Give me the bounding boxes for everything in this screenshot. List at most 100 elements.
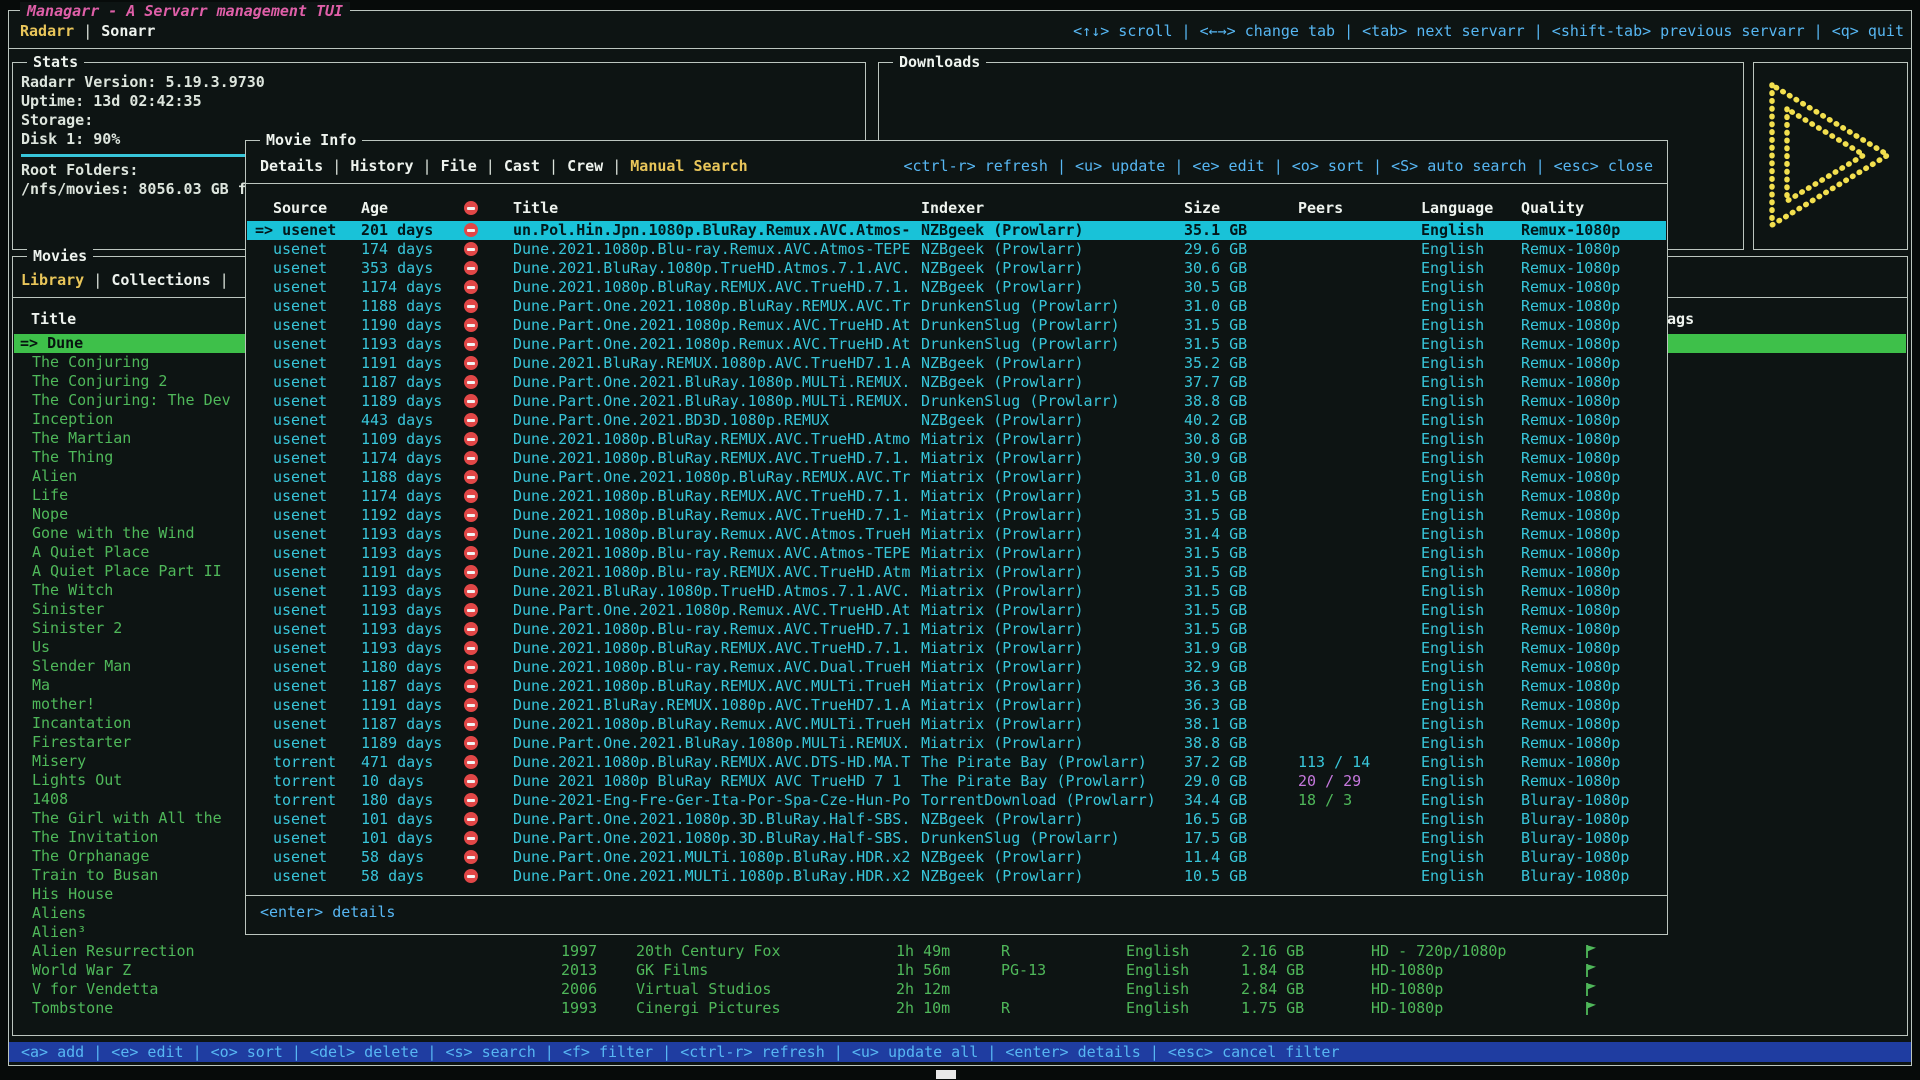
- search-result-row[interactable]: torrent180 daysDune-2021-Eng-Fre-Ger-Ita…: [247, 791, 1666, 810]
- search-result-row[interactable]: usenet1187 daysDune.2021.1080p.BluRay.RE…: [247, 677, 1666, 696]
- search-result-row[interactable]: usenet1189 daysDune.Part.One.2021.BluRay…: [247, 734, 1666, 753]
- search-result-row[interactable]: torrent471 daysDune.2021.1080p.BluRay.RE…: [247, 753, 1666, 772]
- search-result-row[interactable]: usenet1191 daysDune.2021.1080p.Blu-ray.R…: [247, 563, 1666, 582]
- result-age: 1192 days: [361, 506, 464, 525]
- search-result-row[interactable]: usenet1109 daysDune.2021.1080p.BluRay.RE…: [247, 430, 1666, 449]
- column-header-indexer: Indexer: [921, 199, 1184, 218]
- result-rejected: [464, 715, 513, 734]
- search-result-row[interactable]: usenet1188 daysDune.Part.One.2021.1080p.…: [247, 468, 1666, 487]
- no-entry-icon: [464, 470, 478, 484]
- stat-field-label: Root Folders:: [21, 161, 138, 179]
- result-quality: Remux-1080p: [1521, 449, 1666, 468]
- search-result-row[interactable]: usenet1193 daysDune.2021.1080p.Bluray.Re…: [247, 525, 1666, 544]
- result-source: usenet: [247, 867, 361, 886]
- result-age: 1191 days: [361, 354, 464, 373]
- no-entry-icon: [464, 337, 478, 351]
- search-result-row[interactable]: usenet1192 daysDune.2021.1080p.BluRay.Re…: [247, 506, 1666, 525]
- result-age: 1190 days: [361, 316, 464, 335]
- tab-cast[interactable]: Cast: [504, 157, 540, 175]
- search-result-row[interactable]: usenet58 daysDune.Part.One.2021.MULTi.10…: [247, 867, 1666, 886]
- result-rejected: [464, 354, 513, 373]
- result-age: 174 days: [361, 240, 464, 259]
- search-result-row[interactable]: usenet1193 daysDune.2021.1080p.BluRay.RE…: [247, 639, 1666, 658]
- tab-manual-search[interactable]: Manual Search: [630, 157, 747, 175]
- result-indexer: DrunkenSlug (Prowlarr): [921, 297, 1184, 316]
- result-language: English: [1421, 449, 1521, 468]
- search-result-row[interactable]: usenet101 daysDune.Part.One.2021.1080p.3…: [247, 829, 1666, 848]
- result-rejected: [464, 449, 513, 468]
- result-indexer: Miatrix (Prowlarr): [921, 430, 1184, 449]
- search-result-row[interactable]: usenet1193 daysDune.2021.1080p.Blu-ray.R…: [247, 544, 1666, 563]
- search-result-row[interactable]: usenet1188 daysDune.Part.One.2021.1080p.…: [247, 297, 1666, 316]
- tab-sonarr[interactable]: Sonarr: [101, 22, 155, 40]
- tab-separator: |: [540, 157, 567, 175]
- column-header-peers: Peers: [1298, 199, 1421, 218]
- result-source: usenet: [247, 525, 361, 544]
- result-language: English: [1421, 354, 1521, 373]
- result-indexer: DrunkenSlug (Prowlarr): [921, 316, 1184, 335]
- bottom-keybind-bar: <a> add | <e> edit | <o> sort | <del> de…: [9, 1042, 1911, 1062]
- search-result-row[interactable]: usenet1193 daysDune.Part.One.2021.1080p.…: [247, 601, 1666, 620]
- result-title: Dune.2021.1080p.BluRay.REMUX.AVC.TrueHD.…: [513, 430, 921, 449]
- tab-separator: |: [211, 271, 229, 289]
- result-size: 31.5 GB: [1184, 506, 1298, 525]
- search-result-row[interactable]: usenet1187 daysDune.2021.1080p.BluRay.Re…: [247, 715, 1666, 734]
- result-peers: [1298, 848, 1421, 867]
- result-age: 1109 days: [361, 430, 464, 449]
- result-peers: [1298, 468, 1421, 487]
- column-header-size: Size: [1184, 199, 1298, 218]
- search-result-row[interactable]: usenet1189 daysDune.Part.One.2021.BluRay…: [247, 392, 1666, 411]
- result-title: Dune.2021.1080p.Bluray.Remux.AVC.Atmos.T…: [513, 525, 921, 544]
- result-size: 30.8 GB: [1184, 430, 1298, 449]
- result-indexer: Miatrix (Prowlarr): [921, 639, 1184, 658]
- tab-file[interactable]: File: [441, 157, 477, 175]
- movie-quality: HD - 720p/1080p: [1371, 942, 1506, 961]
- search-result-row[interactable]: usenet1193 daysDune.2021.1080p.Blu-ray.R…: [247, 620, 1666, 639]
- tab-library[interactable]: Library: [21, 271, 84, 289]
- movie-size: 2.84 GB: [1241, 980, 1304, 999]
- tab-radarr[interactable]: Radarr: [20, 22, 74, 40]
- search-result-row[interactable]: usenet1180 daysDune.2021.1080p.Blu-ray.R…: [247, 658, 1666, 677]
- result-indexer: Miatrix (Prowlarr): [921, 525, 1184, 544]
- result-age: 353 days: [361, 259, 464, 278]
- movie-quality: HD-1080p: [1371, 961, 1443, 980]
- result-peers: [1298, 544, 1421, 563]
- search-result-row[interactable]: => usenet201 daysun.Pol.Hin.Jpn.1080p.Bl…: [247, 221, 1666, 240]
- movie-info-tabs: Details | History | File | Cast | Crew |…: [260, 157, 748, 176]
- no-entry-icon: [464, 755, 478, 769]
- tab-history[interactable]: History: [350, 157, 413, 175]
- result-title: Dune.Part.One.2021.BluRay.1080p.MULTi.RE…: [513, 392, 921, 411]
- search-result-row[interactable]: torrent10 daysDune 2021 1080p BluRay REM…: [247, 772, 1666, 791]
- search-result-row[interactable]: usenet1187 daysDune.Part.One.2021.BluRay…: [247, 373, 1666, 392]
- search-result-row[interactable]: usenet101 daysDune.Part.One.2021.1080p.3…: [247, 810, 1666, 829]
- search-result-row[interactable]: usenet1174 daysDune.2021.1080p.BluRay.RE…: [247, 487, 1666, 506]
- search-result-row[interactable]: usenet58 daysDune.Part.One.2021.MULTi.10…: [247, 848, 1666, 867]
- result-title: Dune.2021.1080p.BluRay.REMUX.AVC.TrueHD.…: [513, 487, 921, 506]
- search-result-row[interactable]: usenet1191 daysDune.2021.BluRay.REMUX.10…: [247, 354, 1666, 373]
- tab-details[interactable]: Details: [260, 157, 323, 175]
- result-peers: [1298, 582, 1421, 601]
- result-age: 1187 days: [361, 373, 464, 392]
- search-result-row[interactable]: usenet1174 daysDune.2021.1080p.BluRay.RE…: [247, 278, 1666, 297]
- search-result-row[interactable]: usenet353 daysDune.2021.BluRay.1080p.Tru…: [247, 259, 1666, 278]
- search-result-row[interactable]: usenet443 daysDune.Part.One.2021.BD3D.10…: [247, 411, 1666, 430]
- stat-field-value: 90%: [84, 130, 120, 148]
- no-entry-icon: [464, 318, 478, 332]
- search-result-row[interactable]: usenet1191 daysDune.2021.BluRay.REMUX.10…: [247, 696, 1666, 715]
- tab-collections[interactable]: Collections: [111, 271, 210, 289]
- search-result-row[interactable]: usenet174 daysDune.2021.1080p.Blu-ray.Re…: [247, 240, 1666, 259]
- tab-crew[interactable]: Crew: [567, 157, 603, 175]
- result-language: English: [1421, 639, 1521, 658]
- result-peers: [1298, 867, 1421, 886]
- result-rejected: [464, 772, 513, 791]
- stat-field-label: Storage:: [21, 111, 93, 129]
- result-size: 31.5 GB: [1184, 316, 1298, 335]
- search-result-row[interactable]: usenet1174 daysDune.2021.1080p.BluRay.RE…: [247, 449, 1666, 468]
- result-indexer: Miatrix (Prowlarr): [921, 734, 1184, 753]
- search-result-row[interactable]: usenet1190 daysDune.Part.One.2021.1080p.…: [247, 316, 1666, 335]
- result-title: Dune.2021.BluRay.1080p.TrueHD.Atmos.7.1.…: [513, 259, 921, 278]
- result-language: English: [1421, 620, 1521, 639]
- search-result-row[interactable]: usenet1193 daysDune.2021.BluRay.1080p.Tr…: [247, 582, 1666, 601]
- result-size: 17.5 GB: [1184, 829, 1298, 848]
- search-result-row[interactable]: usenet1193 daysDune.Part.One.2021.1080p.…: [247, 335, 1666, 354]
